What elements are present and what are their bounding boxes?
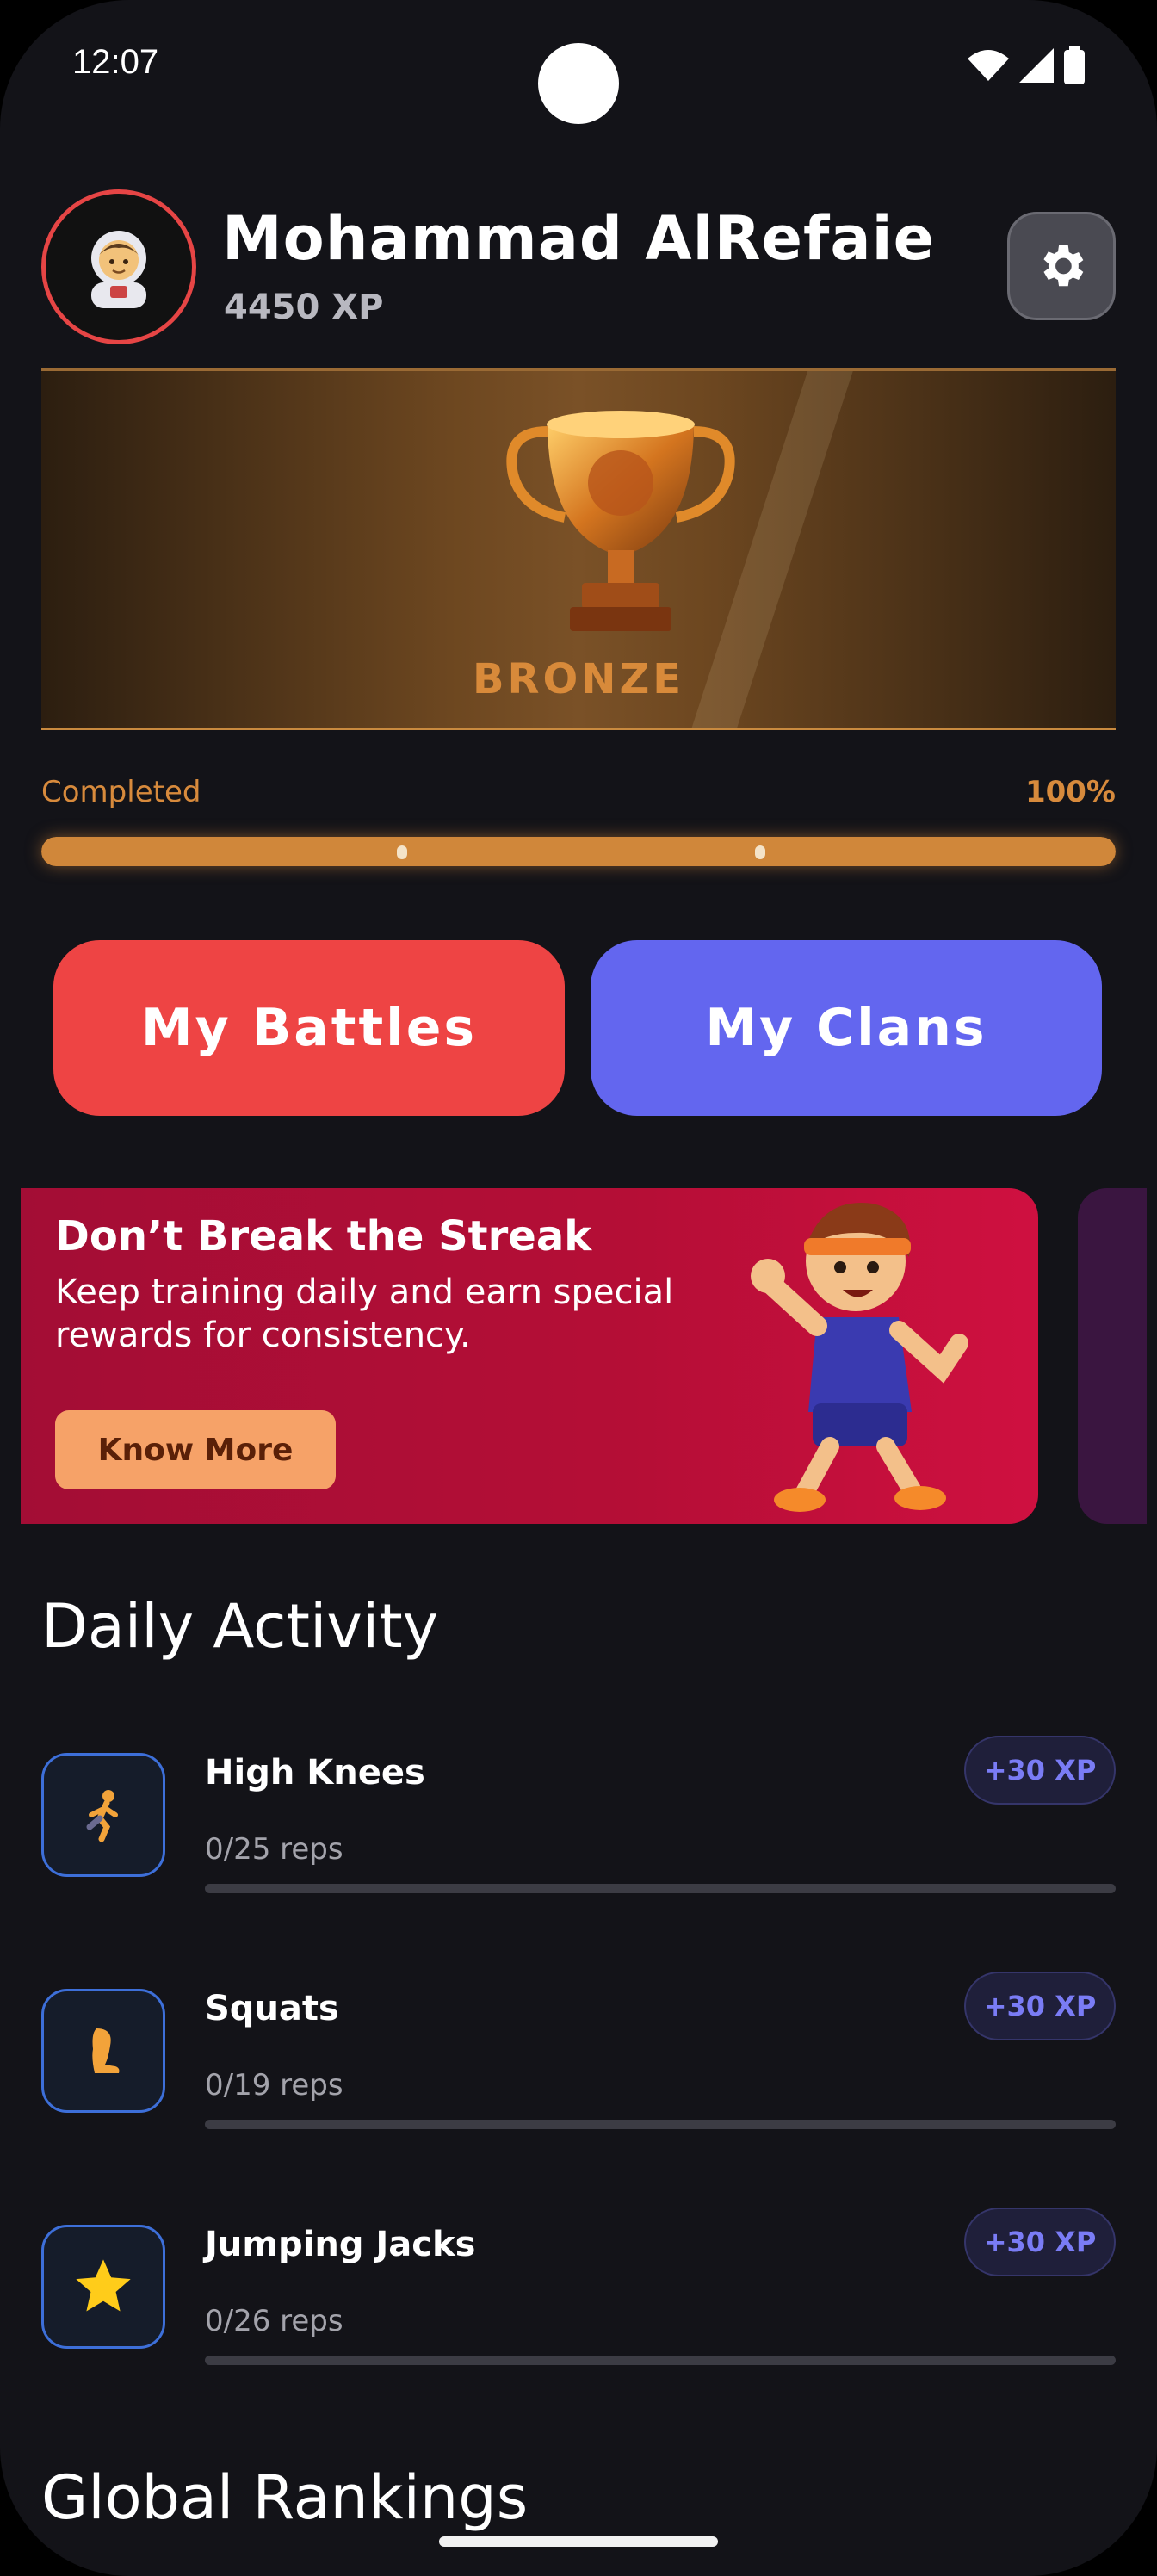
activity-reps: 0/19 reps bbox=[205, 2068, 343, 2102]
camera-cutout bbox=[538, 43, 619, 124]
avatar[interactable] bbox=[41, 189, 196, 344]
wifi-icon bbox=[968, 50, 1009, 81]
know-more-button[interactable]: Know More bbox=[55, 1410, 336, 1489]
astronaut-icon bbox=[91, 231, 146, 308]
activity-reps: 0/26 reps bbox=[205, 2304, 343, 2338]
my-battles-button[interactable]: My Battles bbox=[53, 940, 565, 1116]
activity-name: Squats bbox=[205, 1989, 339, 2028]
settings-button[interactable] bbox=[1007, 212, 1116, 320]
activity-progress-bar bbox=[205, 2356, 1116, 2365]
status-icons bbox=[968, 46, 1085, 84]
xp-badge: +30 XP bbox=[964, 1972, 1116, 2040]
activity-name: Jumping Jacks bbox=[205, 2225, 476, 2264]
activity-progress-bar bbox=[205, 2120, 1116, 2129]
app-screen: 12:07 Mohammad AlRefaie 4450 XP BRONZE C… bbox=[0, 0, 1157, 2576]
activity-icon-box bbox=[41, 1753, 165, 1877]
progress-marker bbox=[755, 845, 765, 859]
home-indicator[interactable] bbox=[439, 2536, 718, 2547]
status-time: 12:07 bbox=[72, 43, 159, 81]
battery-icon bbox=[1064, 46, 1085, 84]
promo-title: Don’t Break the Streak bbox=[55, 1212, 592, 1260]
user-xp: 4450 XP bbox=[224, 288, 384, 327]
progress-value: 100% bbox=[1024, 775, 1116, 809]
promo-card[interactable]: Don’t Break the Streak Keep training dai… bbox=[21, 1188, 1038, 1524]
activity-icon-box bbox=[41, 2225, 165, 2349]
my-clans-button[interactable]: My Clans bbox=[591, 940, 1102, 1116]
xp-badge: +30 XP bbox=[964, 2208, 1116, 2276]
global-rankings-title: Global Rankings bbox=[41, 2462, 529, 2533]
rank-banner[interactable]: BRONZE bbox=[41, 368, 1116, 730]
progress-marker bbox=[397, 845, 407, 859]
rank-label: BRONZE bbox=[472, 655, 685, 703]
signal-icon bbox=[1019, 48, 1054, 83]
activity-name: High Knees bbox=[205, 1753, 425, 1793]
star-icon bbox=[76, 2259, 131, 2312]
runner-icon bbox=[86, 1790, 118, 1842]
daily-activity-title: Daily Activity bbox=[41, 1591, 439, 1662]
xp-badge: +30 XP bbox=[964, 1736, 1116, 1805]
leg-icon bbox=[92, 2028, 120, 2073]
progress-bar bbox=[41, 837, 1116, 866]
runner-mascot-icon bbox=[751, 1203, 968, 1512]
activity-progress-bar bbox=[205, 1884, 1116, 1893]
promo-card-next[interactable] bbox=[1078, 1188, 1147, 1524]
activity-reps: 0/25 reps bbox=[205, 1832, 343, 1867]
user-name: Mohammad AlRefaie bbox=[222, 203, 936, 274]
activity-icon-box bbox=[41, 1989, 165, 2113]
progress-fill bbox=[41, 837, 1116, 866]
trophy-icon bbox=[506, 411, 735, 631]
promo-text: Keep training daily and earn special rew… bbox=[55, 1273, 674, 1355]
progress-label: Completed bbox=[41, 775, 201, 809]
gear-icon bbox=[1043, 245, 1084, 287]
